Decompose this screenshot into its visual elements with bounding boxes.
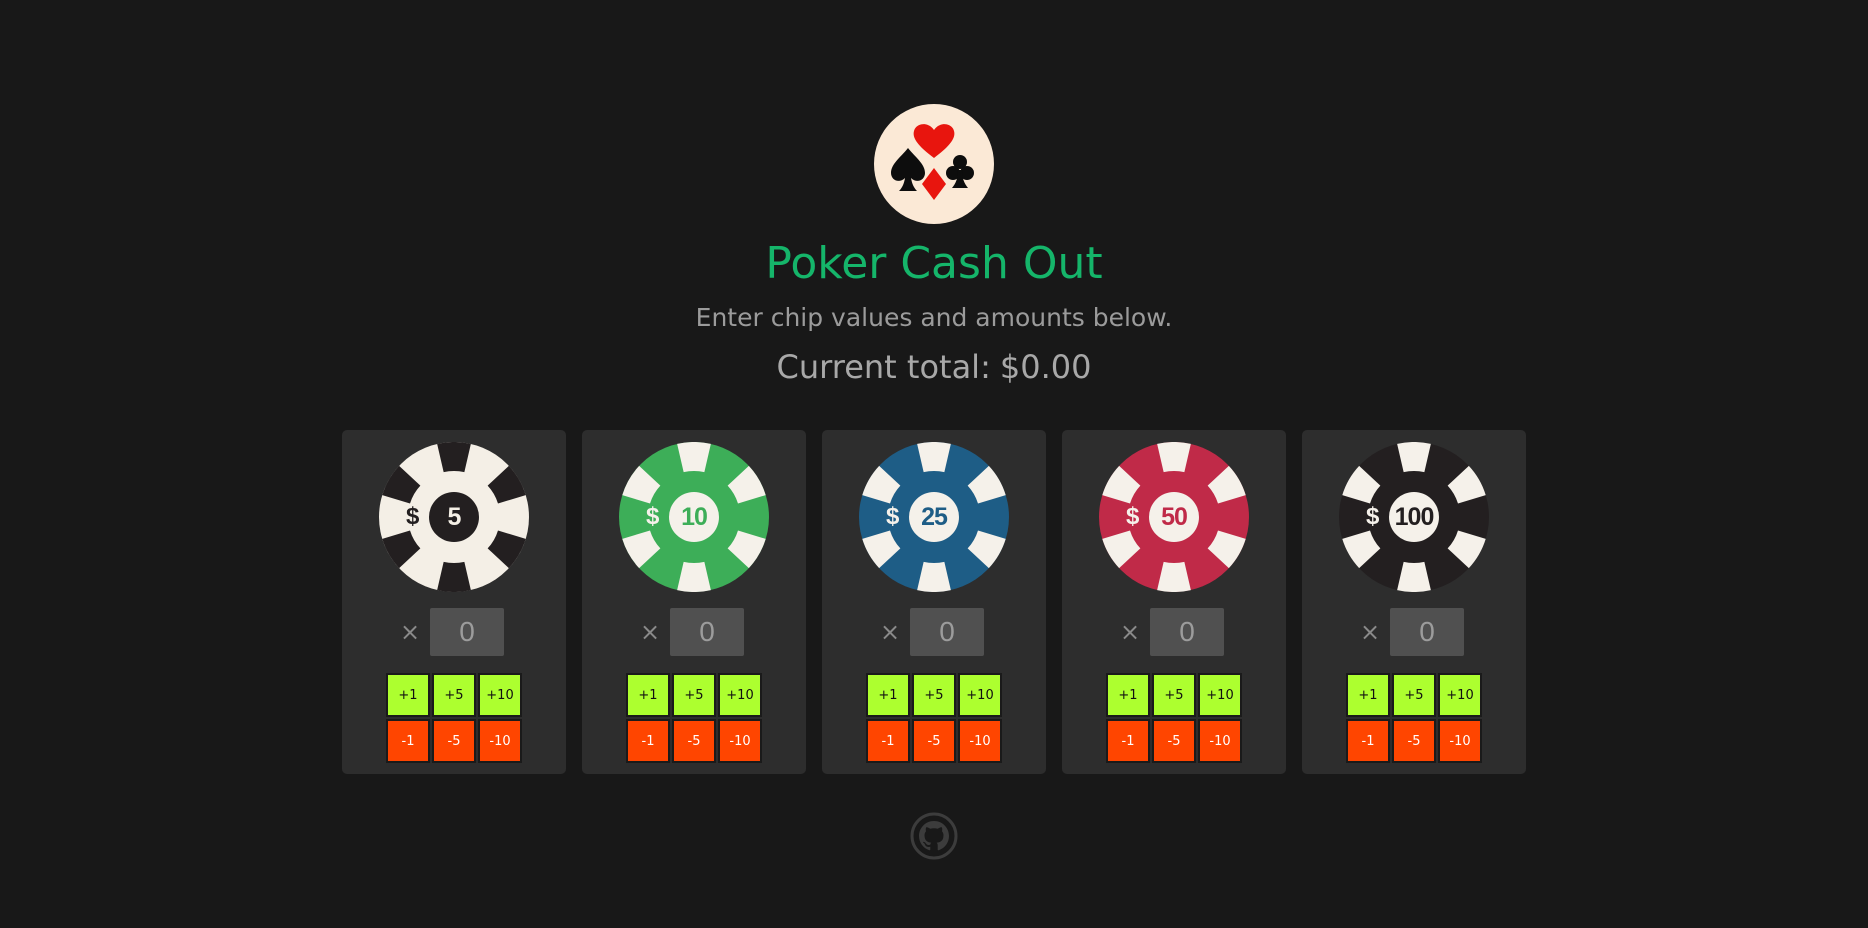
increment-button[interactable]: +10 — [718, 673, 762, 717]
decrement-button[interactable]: -5 — [432, 719, 476, 763]
chip-card: $100 × +1+5+10 -1-5-10 — [1302, 430, 1526, 774]
chip-value: 10 — [681, 503, 708, 531]
chip-quantity-input[interactable] — [1390, 608, 1464, 656]
chip-card: $50 × +1+5+10 -1-5-10 — [1062, 430, 1286, 774]
chip-card: $10 × +1+5+10 -1-5-10 — [582, 430, 806, 774]
decrement-button[interactable]: -1 — [1346, 719, 1390, 763]
chip-quantity-input[interactable] — [430, 608, 504, 656]
total-value: $0.00 — [999, 348, 1092, 386]
poker-chip: $25 — [859, 442, 1009, 592]
quantity-row: × — [582, 608, 806, 656]
decrement-button[interactable]: -5 — [1152, 719, 1196, 763]
multiply-symbol: × — [400, 618, 421, 646]
increment-button[interactable]: +10 — [478, 673, 522, 717]
increment-button[interactable]: +10 — [1438, 673, 1482, 717]
chip-currency: $ — [1126, 503, 1140, 530]
adjust-buttons: +1 +5 +10 -1 -5 -10 — [866, 673, 1002, 765]
decrement-button[interactable]: -10 — [1438, 719, 1482, 763]
quantity-row: × — [342, 608, 566, 656]
increment-button[interactable]: +5 — [432, 673, 476, 717]
poker-chip: $5 — [379, 442, 529, 592]
chip-value: 25 — [921, 503, 948, 531]
chip-value: 100 — [1394, 503, 1435, 531]
quantity-row: × — [822, 608, 1046, 656]
decrement-button[interactable]: -5 — [1392, 719, 1436, 763]
multiply-symbol: × — [1360, 618, 1381, 646]
chip-cards: $5×+1+5+10-1-5-10$10×+1+5+10-1-5-10$25×+… — [342, 430, 1528, 776]
chip-currency: $ — [886, 503, 900, 530]
increment-button[interactable]: +1 — [1346, 673, 1390, 717]
poker-chip: $100 — [1339, 442, 1489, 592]
chip-currency: $ — [406, 503, 420, 530]
spade-icon — [891, 148, 925, 191]
increment-button[interactable]: +5 — [1392, 673, 1436, 717]
multiply-symbol: × — [640, 618, 661, 646]
decrement-button[interactable]: -1 — [1106, 719, 1150, 763]
chip-card: $5 × +1+5+10 -1-5-10 — [342, 430, 566, 774]
current-total: Current total: $0.00 — [0, 346, 1868, 388]
decrement-button[interactable]: -10 — [1198, 719, 1242, 763]
increment-button[interactable]: +5 — [672, 673, 716, 717]
quantity-row: × — [1302, 608, 1526, 656]
adjust-buttons: +1 +5 +10 -1 -5 -10 — [1346, 673, 1482, 765]
logo — [874, 104, 994, 224]
decrement-button[interactable]: -5 — [912, 719, 956, 763]
poker-chip: $50 — [1099, 442, 1249, 592]
card-suits-icon — [891, 124, 974, 200]
chip-quantity-input[interactable] — [670, 608, 744, 656]
page-title: Poker Cash Out — [765, 238, 1103, 289]
decrement-button[interactable]: -1 — [866, 719, 910, 763]
decrement-button[interactable]: -10 — [478, 719, 522, 763]
increment-button[interactable]: +1 — [626, 673, 670, 717]
decrement-button[interactable]: -10 — [958, 719, 1002, 763]
poker-chip: $10 — [619, 442, 769, 592]
multiply-symbol: × — [880, 618, 901, 646]
increment-button[interactable]: +10 — [958, 673, 1002, 717]
increment-button[interactable]: +1 — [386, 673, 430, 717]
chip-quantity-input[interactable] — [1150, 608, 1224, 656]
adjust-buttons: +1 +5 +10 -1 -5 -10 — [1106, 673, 1242, 765]
chip-currency: $ — [1366, 503, 1380, 530]
increment-button[interactable]: +10 — [1198, 673, 1242, 717]
chip-card: $25 × +1+5+10 -1-5-10 — [822, 430, 1046, 774]
diamond-icon — [922, 168, 946, 200]
club-icon — [946, 155, 974, 188]
decrement-button[interactable]: -10 — [718, 719, 762, 763]
quantity-row: × — [1062, 608, 1286, 656]
increment-button[interactable]: +1 — [1106, 673, 1150, 717]
decrement-button[interactable]: -1 — [386, 719, 430, 763]
heart-icon — [913, 124, 955, 158]
increment-button[interactable]: +1 — [866, 673, 910, 717]
chip-currency: $ — [646, 503, 660, 530]
increment-button[interactable]: +5 — [912, 673, 956, 717]
chip-quantity-input[interactable] — [910, 608, 984, 656]
adjust-buttons: +1 +5 +10 -1 -5 -10 — [386, 673, 522, 765]
chip-value: 50 — [1161, 503, 1188, 531]
total-label: Current total: — [776, 348, 991, 386]
multiply-symbol: × — [1120, 618, 1141, 646]
app-root: Poker Cash Out Enter chip values and amo… — [0, 0, 1868, 928]
chip-value: 5 — [447, 503, 462, 531]
decrement-button[interactable]: -1 — [626, 719, 670, 763]
github-icon[interactable] — [910, 812, 958, 860]
page-subtitle: Enter chip values and amounts below. — [695, 303, 1173, 332]
adjust-buttons: +1 +5 +10 -1 -5 -10 — [626, 673, 762, 765]
increment-button[interactable]: +5 — [1152, 673, 1196, 717]
decrement-button[interactable]: -5 — [672, 719, 716, 763]
